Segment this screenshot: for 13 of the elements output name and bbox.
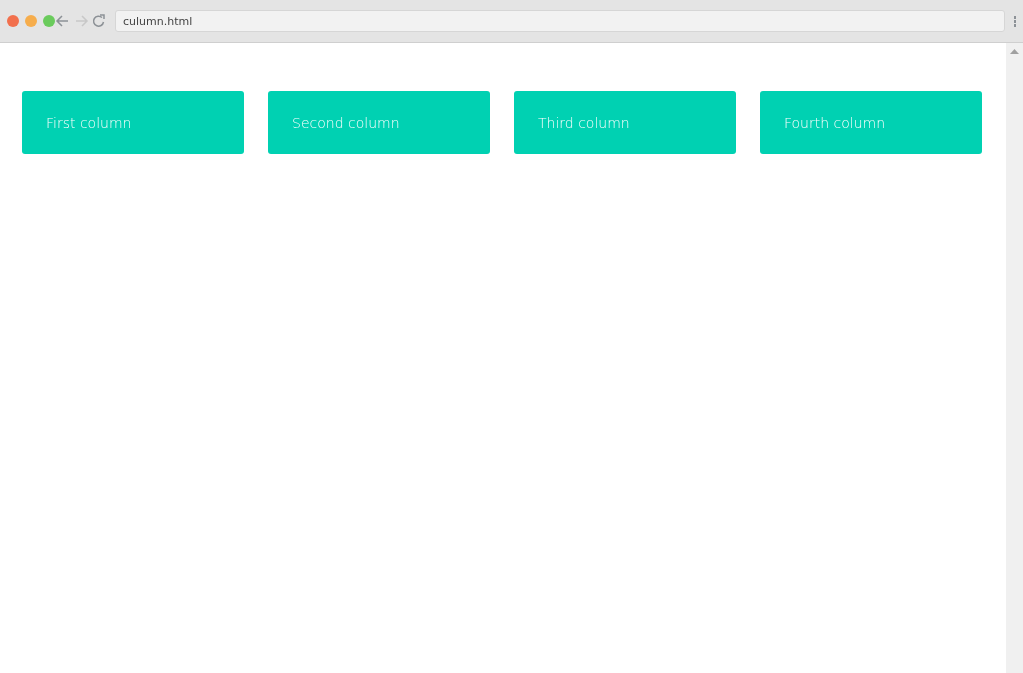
column-label: Second column <box>292 114 400 131</box>
scrollbar[interactable] <box>1006 43 1023 673</box>
column-label: First column <box>46 114 132 131</box>
back-icon[interactable] <box>55 13 71 29</box>
close-window-button[interactable] <box>7 15 19 27</box>
menu-icon[interactable] <box>1013 15 1017 27</box>
minimize-window-button[interactable] <box>25 15 37 27</box>
reload-icon[interactable] <box>91 13 107 29</box>
scroll-up-icon[interactable] <box>1010 49 1019 54</box>
maximize-window-button[interactable] <box>43 15 55 27</box>
column-label: Fourth column <box>784 114 886 131</box>
address-bar[interactable]: culumn.html <box>115 10 1005 32</box>
column-label: Third column <box>538 114 630 131</box>
